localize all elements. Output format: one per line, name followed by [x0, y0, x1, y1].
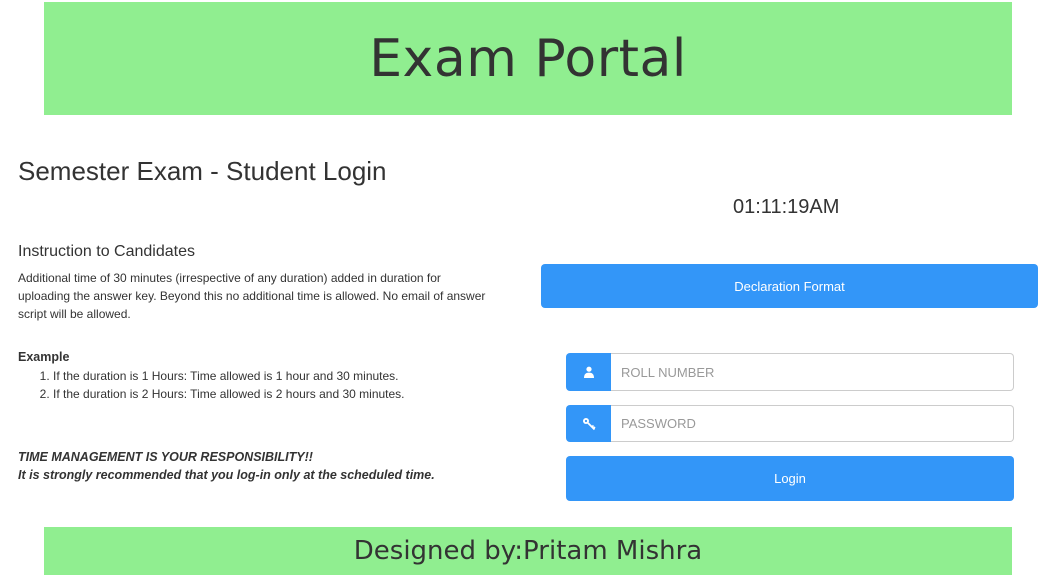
list-item: If the duration is 2 Hours: Time allowed… [53, 385, 405, 403]
instructions-heading: Instruction to Candidates [18, 243, 195, 260]
password-group [566, 405, 1014, 442]
page-title: Semester Exam - Student Login [18, 156, 387, 186]
roll-number-group [566, 353, 1014, 391]
password-input[interactable] [611, 405, 1014, 442]
example-list: If the duration is 1 Hours: Time allowed… [18, 367, 405, 403]
warning-line-2: It is strongly recommended that you log-… [18, 468, 435, 482]
footer-credit: Designed by:Pritam Mishra [353, 536, 703, 566]
key-icon [566, 405, 611, 442]
warning-line-1: TIME MANAGEMENT IS YOUR RESPONSIBILITY!! [18, 450, 313, 464]
clock-display: 01:11:19AM [733, 196, 840, 218]
header-banner: Exam Portal [44, 2, 1012, 115]
responsibility-warning: TIME MANAGEMENT IS YOUR RESPONSIBILITY!!… [18, 448, 435, 484]
page: Exam Portal Semester Exam - Student Logi… [0, 0, 1061, 580]
user-icon [566, 353, 611, 391]
list-item: If the duration is 1 Hours: Time allowed… [53, 367, 405, 385]
footer-banner: Designed by:Pritam Mishra [44, 527, 1012, 575]
login-button[interactable]: Login [566, 456, 1014, 501]
example-label: Example [18, 350, 70, 364]
roll-number-input[interactable] [611, 353, 1014, 391]
declaration-format-button[interactable]: Declaration Format [541, 264, 1038, 308]
site-title: Exam Portal [369, 28, 687, 89]
instructions-text: Additional time of 30 minutes (irrespect… [18, 271, 486, 321]
